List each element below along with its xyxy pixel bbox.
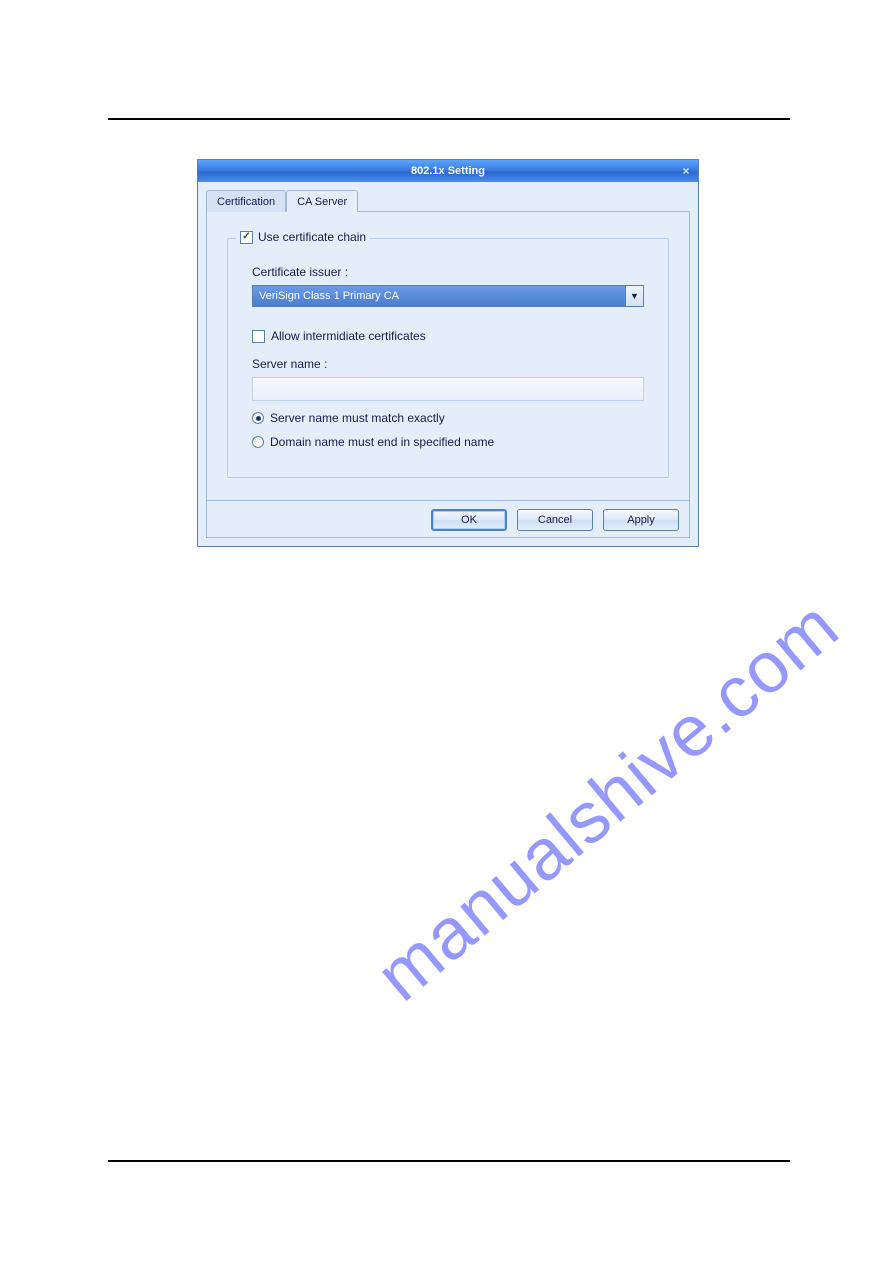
server-name-input[interactable]: [252, 377, 644, 401]
dialog-body: Certification CA Server Use certificate …: [198, 182, 698, 546]
cancel-button[interactable]: Cancel: [517, 509, 593, 531]
group-title-row: Use certificate chain: [236, 230, 370, 244]
dialog-button-row: OK Cancel Apply: [206, 501, 690, 538]
titlebar-text: 802.1x Setting: [411, 165, 485, 177]
dialog-8021x-setting: 802.1x Setting × Certification CA Server…: [198, 160, 698, 546]
server-name-label: Server name :: [252, 357, 644, 371]
certificate-issuer-dropdown[interactable]: VeriSign Class 1 Primary CA ▼: [252, 285, 644, 307]
tab-row: Certification CA Server: [206, 190, 690, 212]
page-top-rule: [108, 118, 790, 120]
allow-intermediate-row: Allow intermidiate certificates: [252, 329, 644, 343]
radio-match-exactly[interactable]: [252, 412, 264, 424]
tab-ca-server[interactable]: CA Server: [286, 190, 358, 212]
allow-intermediate-checkbox[interactable]: [252, 330, 265, 343]
tab-panel-ca-server: Use certificate chain Certificate issuer…: [206, 211, 690, 501]
radio-match-exactly-row: Server name must match exactly: [252, 411, 644, 425]
radio-domain-end-label: Domain name must end in specified name: [270, 435, 494, 449]
ok-button[interactable]: OK: [431, 509, 507, 531]
use-certificate-chain-label: Use certificate chain: [258, 230, 366, 244]
use-certificate-chain-checkbox[interactable]: [240, 231, 253, 244]
watermark-text: manualshive.com: [361, 585, 854, 1018]
apply-button[interactable]: Apply: [603, 509, 679, 531]
allow-intermediate-label: Allow intermidiate certificates: [271, 329, 426, 343]
tab-certification[interactable]: Certification: [206, 190, 286, 212]
certificate-issuer-label: Certificate issuer :: [252, 265, 644, 279]
certificate-issuer-value: VeriSign Class 1 Primary CA: [259, 290, 399, 302]
close-icon[interactable]: ×: [678, 163, 694, 179]
page-bottom-rule: [108, 1160, 790, 1162]
radio-match-exactly-label: Server name must match exactly: [270, 411, 445, 425]
radio-domain-end-row: Domain name must end in specified name: [252, 435, 644, 449]
group-certificate-chain: Use certificate chain Certificate issuer…: [227, 238, 669, 478]
chevron-down-icon[interactable]: ▼: [625, 286, 643, 306]
radio-domain-end[interactable]: [252, 436, 264, 448]
titlebar[interactable]: 802.1x Setting ×: [198, 160, 698, 182]
